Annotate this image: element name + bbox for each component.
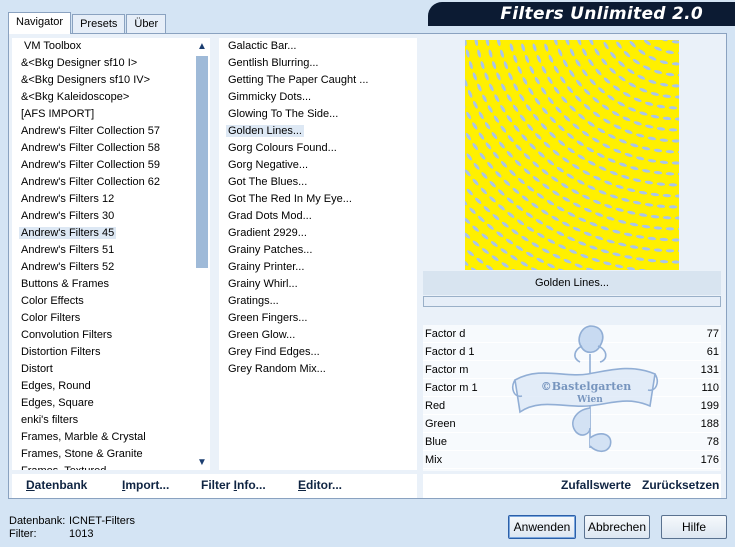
param-name: Factor d 1 [425, 346, 475, 358]
filter-item[interactable]: Galactic Bar... [219, 38, 417, 55]
current-filter-name: Golden Lines... [423, 271, 721, 295]
category-item[interactable]: &<Bkg Designer sf10 I> [12, 55, 194, 72]
left-button-bar: Datenbank Import... Filter Info... Edito… [12, 474, 417, 498]
param-value: 78 [706, 436, 719, 448]
scroll-thumb[interactable] [196, 56, 208, 268]
tab-bar: Navigator Presets Über [8, 12, 167, 34]
filter-preview [465, 40, 679, 270]
param-name: Mix [425, 454, 443, 466]
filter-item[interactable]: Grainy Whirl... [219, 276, 417, 293]
filter-item[interactable]: Grey Random Mix... [219, 361, 417, 378]
param-name: Red [425, 400, 446, 412]
filter-item[interactable]: Golden Lines... [219, 123, 417, 140]
category-item[interactable]: Andrew's Filter Collection 62 [12, 174, 194, 191]
category-item[interactable]: Convolution Filters [12, 327, 194, 344]
category-item[interactable]: Buttons & Frames [12, 276, 194, 293]
filter-item[interactable]: Got The Blues... [219, 174, 417, 191]
category-item[interactable]: Andrew's Filters 51 [12, 242, 194, 259]
category-item[interactable]: Distort [12, 361, 194, 378]
filter-item[interactable]: Got The Red In My Eye... [219, 191, 417, 208]
category-item[interactable]: Andrew's Filter Collection 59 [12, 157, 194, 174]
category-scrollbar[interactable]: ▲ ▼ [194, 38, 210, 470]
scroll-down-icon[interactable]: ▼ [194, 454, 210, 470]
category-item[interactable]: Color Effects [12, 293, 194, 310]
apply-button[interactable]: Anwenden [508, 515, 576, 539]
filter-item[interactable]: Gorg Negative... [219, 157, 417, 174]
category-item[interactable]: Frames, Stone & Granite [12, 446, 194, 463]
status-database: Datenbank: ICNET-Filters [9, 515, 135, 527]
category-item[interactable]: Andrew's Filters 30 [12, 208, 194, 225]
editor-button[interactable]: Editor... [298, 478, 342, 492]
param-value: 110 [701, 382, 719, 394]
reset-button[interactable]: Zurücksetzen [642, 478, 719, 492]
filter-item[interactable]: Grad Dots Mod... [219, 208, 417, 225]
filter-item[interactable]: Gimmicky Dots... [219, 89, 417, 106]
progress-bar [423, 296, 721, 307]
filter-item[interactable]: Gratings... [219, 293, 417, 310]
category-item[interactable]: Andrew's Filters 12 [12, 191, 194, 208]
filter-item[interactable]: Gorg Colours Found... [219, 140, 417, 157]
category-item[interactable]: Frames, Marble & Crystal [12, 429, 194, 446]
category-item[interactable]: Edges, Square [12, 395, 194, 412]
right-button-bar: Zufallswerte Zurücksetzen [423, 474, 721, 498]
category-item[interactable]: Edges, Round [12, 378, 194, 395]
cancel-button[interactable]: Abbrechen [584, 515, 650, 539]
category-item[interactable]: &<Bkg Designers sf10 IV> [12, 72, 194, 89]
param-name: Green [425, 418, 456, 430]
tab-presets[interactable]: Presets [72, 14, 126, 34]
filter-item[interactable]: Gradient 2929... [219, 225, 417, 242]
filter-item[interactable]: Glowing To The Side... [219, 106, 417, 123]
tab-about[interactable]: Über [126, 14, 167, 34]
random-values-button[interactable]: Zufallswerte [561, 478, 631, 492]
database-button[interactable]: Datenbank [26, 478, 87, 492]
category-item[interactable]: Andrew's Filter Collection 58 [12, 140, 194, 157]
filter-item[interactable]: Green Fingers... [219, 310, 417, 327]
category-item[interactable]: &<Bkg Kaleidoscope> [12, 89, 194, 106]
watermark-line-1: ©Bastelgarten [541, 380, 632, 393]
app-title: Filters Unlimited 2.0 [500, 4, 703, 24]
param-value: 77 [706, 328, 719, 340]
filter-item[interactable]: Grey Find Edges... [219, 344, 417, 361]
category-item[interactable]: Color Filters [12, 310, 194, 327]
bastelgarten-watermark: ©Bastelgarten Wien [512, 325, 658, 453]
status-filter-count: Filter: 1013 [9, 528, 94, 540]
filter-item[interactable]: Green Glow... [219, 327, 417, 344]
param-name: Blue [425, 436, 448, 448]
watermark-line-2: Wien [576, 395, 603, 405]
filter-list[interactable]: Galactic Bar... Gentlish Blurring... Getti… [219, 38, 417, 470]
category-item[interactable]: VM Toolbox [12, 38, 194, 55]
filter-item[interactable]: Grainy Printer... [219, 259, 417, 276]
param-value: 131 [700, 364, 719, 376]
import-button[interactable]: Import... [122, 478, 169, 492]
param-value: 176 [700, 454, 719, 466]
tab-navigator[interactable]: Navigator [8, 12, 72, 34]
category-item[interactable]: [AFS IMPORT] [12, 106, 194, 123]
param-value: 199 [700, 400, 719, 412]
param-value: 61 [706, 346, 719, 358]
filter-item[interactable]: Grainy Patches... [219, 242, 417, 259]
category-item[interactable]: enki's filters [12, 412, 194, 429]
title-banner: Filters Unlimited 2.0 [428, 2, 735, 26]
category-item[interactable]: Andrew's Filters 45 [12, 225, 194, 242]
param-name: Factor d [425, 328, 466, 340]
category-list[interactable]: VM Toolbox &<Bkg Designer sf10 I> &<Bkg De… [12, 38, 210, 470]
param-name: Factor m [425, 364, 469, 376]
category-item[interactable]: Frames, Textured [12, 463, 194, 470]
help-button[interactable]: Hilfe [661, 515, 727, 539]
category-item[interactable]: Distortion Filters [12, 344, 194, 361]
scroll-up-icon[interactable]: ▲ [194, 38, 210, 54]
filter-item[interactable]: Getting The Paper Caught ... [219, 72, 417, 89]
category-item[interactable]: Andrew's Filters 52 [12, 259, 194, 276]
param-value: 188 [700, 418, 719, 430]
param-name: Factor m 1 [425, 382, 478, 394]
filter-item[interactable]: Gentlish Blurring... [219, 55, 417, 72]
filter-info-button[interactable]: Filter Info... [201, 478, 266, 492]
category-item[interactable]: Andrew's Filter Collection 57 [12, 123, 194, 140]
